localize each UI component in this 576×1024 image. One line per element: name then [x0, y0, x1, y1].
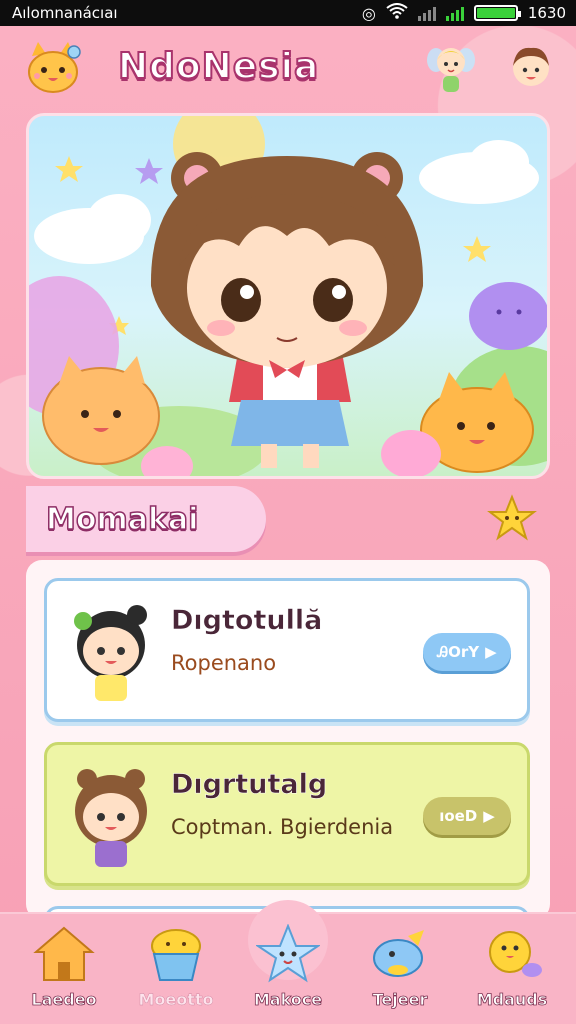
- nav-item-profile[interactable]: Mdauds: [458, 914, 566, 1024]
- chibi-bear-girl-illustration: [29, 116, 547, 476]
- wifi-icon: [386, 3, 408, 23]
- open-button-label: ıoeD: [439, 807, 478, 825]
- item-subtitle: Coptman. Bgierdenia: [171, 815, 394, 839]
- list-item[interactable]: Dıgtotullă Ropenano ᎯOrY ▶: [44, 578, 530, 722]
- nav-item-chat[interactable]: Tejeer: [346, 914, 454, 1024]
- status-right: ◎ 1630: [362, 3, 566, 23]
- nav-label: Moeotto: [138, 990, 214, 1009]
- item-subtitle: Ropenano: [171, 651, 277, 675]
- app-title: NdoNesia: [117, 45, 320, 88]
- status-time: 1630: [527, 4, 566, 22]
- star-friend-icon: [256, 924, 320, 983]
- house-icon: [33, 926, 95, 981]
- cat-mascot-icon[interactable]: [22, 38, 84, 100]
- boy-avatar-icon[interactable]: [506, 40, 556, 94]
- status-bar: Aılomnanácıaı ◎ 1630: [0, 0, 576, 26]
- open-button-label: ᎯOrY: [437, 643, 480, 661]
- battery-icon: [473, 5, 521, 21]
- status-carrier: Aılomnanácıaı: [12, 4, 118, 22]
- sync-icon: ◎: [361, 3, 376, 23]
- chevron-right-icon: ▶: [483, 807, 495, 825]
- section-header-tab[interactable]: Momakai: [26, 486, 266, 552]
- nav-label: Laedeo: [31, 990, 97, 1010]
- section-label: Momakai: [45, 501, 199, 538]
- fairy-avatar-icon[interactable]: [424, 40, 478, 98]
- nav-label: Makoce: [253, 990, 323, 1010]
- bird-icon: [373, 930, 424, 977]
- brown-hair-girl-avatar: [75, 769, 147, 867]
- item-name: Dıgrtutalg: [171, 769, 328, 801]
- signal-icon-2: [445, 5, 464, 21]
- nav-label: Tejeer: [372, 990, 428, 1010]
- chevron-right-icon: ▶: [485, 643, 497, 661]
- nav-item-home[interactable]: Laedeo: [10, 914, 118, 1024]
- open-button[interactable]: ıoeD ▶: [423, 797, 511, 835]
- item-name: Dıgtotullă: [171, 605, 323, 637]
- hero-banner: [26, 113, 550, 479]
- cupcake-icon: [151, 929, 201, 981]
- signal-icon: [417, 5, 436, 21]
- open-button[interactable]: ᎯOrY ▶: [423, 633, 511, 671]
- bottom-nav: Laedeo Moeotto Makoce Tejeer Mdauds: [0, 900, 576, 1024]
- app-header: NdoNesia: [0, 26, 576, 112]
- nav-item-treats[interactable]: Moeotto: [122, 914, 230, 1024]
- nav-item-friends[interactable]: Makoce: [234, 914, 342, 1024]
- chick-icon: [489, 931, 542, 977]
- star-badge-icon: [487, 494, 537, 541]
- character-list: Dıgtotullă Ropenano ᎯOrY ▶ Dıgrtutalg Co…: [26, 560, 550, 920]
- dark-hair-girl-avatar: [74, 605, 147, 701]
- list-item[interactable]: Dıgrtutalg Coptman. Bgierdenia ıoeD ▶: [44, 742, 530, 886]
- nav-label: Mdauds: [476, 990, 548, 1010]
